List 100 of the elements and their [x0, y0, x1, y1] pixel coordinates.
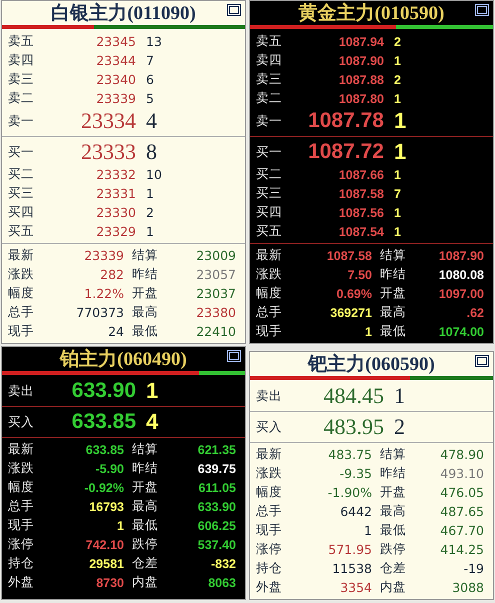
order-label: 买五	[256, 223, 283, 240]
stat-label: 最高	[131, 498, 159, 515]
stat-value: 476.05	[439, 485, 484, 500]
stat-value: 3088	[451, 580, 484, 595]
order-quantity: 2	[146, 205, 155, 220]
stat-value: 478.90	[439, 447, 484, 462]
stat-value: 483.75	[327, 447, 372, 462]
stat-label: 幅度	[8, 285, 35, 302]
order-quantity: 1	[394, 168, 402, 182]
stat-value: 611.05	[197, 480, 236, 494]
stat-value: 23009	[195, 248, 236, 263]
stat-label: 最新	[256, 446, 283, 463]
order-label: 买四	[8, 204, 35, 221]
stat-label: 幅度	[8, 479, 35, 496]
order-quantity: 1	[394, 92, 402, 106]
stat-label: 涨停	[8, 536, 35, 553]
stat-label: 持仓	[8, 555, 35, 572]
order-label: 卖一	[256, 112, 283, 130]
order-label: 卖四	[8, 52, 35, 69]
order-quantity: 1	[394, 54, 402, 68]
maximize-icon[interactable]	[227, 350, 241, 362]
order-label: 买入	[256, 418, 283, 436]
order-label: 卖四	[256, 52, 283, 69]
stat-value: 606.25	[196, 518, 236, 532]
order-quantity: 13	[146, 34, 163, 49]
stat-value: 7.50	[346, 268, 372, 282]
order-price: 23333	[80, 139, 136, 165]
maximize-icon[interactable]	[227, 4, 241, 16]
stat-label: 仓差	[379, 560, 407, 577]
stat-value: 1087.90	[438, 248, 484, 262]
stat-value: 282	[99, 267, 124, 282]
stat-label: 开盘	[379, 285, 407, 302]
order-quantity: 7	[394, 186, 402, 200]
order-quantity: 10	[146, 167, 163, 182]
order-quantity: 5	[146, 91, 155, 106]
stat-label: 最低	[131, 517, 159, 534]
order-quantity: 1	[394, 108, 408, 134]
stat-value: 29581	[88, 556, 124, 570]
order-quantity: 1	[394, 383, 406, 409]
stat-value: 639.75	[196, 462, 236, 476]
order-price: 23345	[95, 34, 136, 49]
stat-label: 总手	[256, 304, 283, 321]
stat-label: 内盘	[131, 574, 159, 591]
order-quantity: 8	[146, 139, 158, 165]
stat-label: 幅度	[256, 484, 283, 501]
stat-label: 仓差	[131, 555, 159, 572]
maximize-icon[interactable]	[475, 355, 489, 367]
order-price: 23334	[80, 108, 136, 134]
stat-value: 16793	[88, 500, 124, 514]
panel-title: 白银主力(011090)	[51, 2, 196, 26]
stat-value: 467.70	[439, 523, 484, 538]
order-quantity: 1	[146, 224, 155, 239]
order-label: 买五	[8, 223, 35, 240]
order-price: 23340	[95, 72, 136, 87]
order-price: 1087.54	[338, 224, 384, 238]
order-label: 卖二	[8, 90, 35, 107]
stat-value: 23037	[195, 286, 236, 301]
stat-label: 涨跌	[256, 465, 283, 482]
stat-value: 1	[363, 523, 372, 538]
stat-value: -1.90%	[326, 485, 372, 500]
stat-label: 总手	[8, 498, 35, 515]
stat-value: 8063	[207, 576, 236, 590]
order-price: 23332	[95, 167, 136, 182]
stat-value: 1	[116, 518, 124, 532]
stat-value: 537.40	[196, 538, 236, 552]
order-quantity: 1	[394, 206, 402, 220]
stat-label: 开盘	[131, 479, 159, 496]
order-price: 1087.80	[338, 92, 384, 106]
stat-label: 总手	[256, 503, 283, 520]
stat-label: 涨停	[256, 541, 283, 558]
order-price: 1087.56	[338, 206, 384, 220]
stat-value: 742.10	[84, 538, 124, 552]
order-quantity: 1	[146, 186, 155, 201]
order-label: 卖五	[256, 33, 283, 50]
order-label: 买三	[8, 185, 35, 202]
stat-value: 23339	[83, 248, 124, 263]
stat-label: 结算	[131, 441, 159, 458]
order-price: 23330	[95, 205, 136, 220]
order-label: 卖二	[256, 90, 283, 107]
stat-label: 昨结	[379, 465, 407, 482]
stat-value: 414.25	[439, 542, 484, 557]
order-price: 633.90	[70, 379, 136, 403]
stat-label: 昨结	[131, 460, 159, 477]
stat-label: 最高	[379, 304, 407, 321]
stat-value: 6442	[339, 504, 372, 519]
stat-value: 1.22%	[83, 286, 124, 301]
stat-label: 外盘	[256, 579, 283, 596]
order-label: 买三	[256, 185, 283, 202]
stat-value: 487.65	[439, 504, 484, 519]
stat-value: 1080.08	[438, 268, 484, 282]
stat-value: 369271	[329, 306, 372, 320]
order-quantity: 2	[394, 34, 402, 48]
order-price: 1087.78	[307, 109, 384, 133]
order-quantity: 7	[146, 53, 155, 68]
maximize-icon[interactable]	[475, 4, 489, 16]
order-quantity: 4	[146, 409, 160, 435]
stat-value: 1087.58	[326, 248, 372, 262]
stat-value: 1074.00	[438, 324, 484, 338]
stat-label: 最高	[379, 503, 407, 520]
stat-label: 现手	[8, 323, 35, 340]
